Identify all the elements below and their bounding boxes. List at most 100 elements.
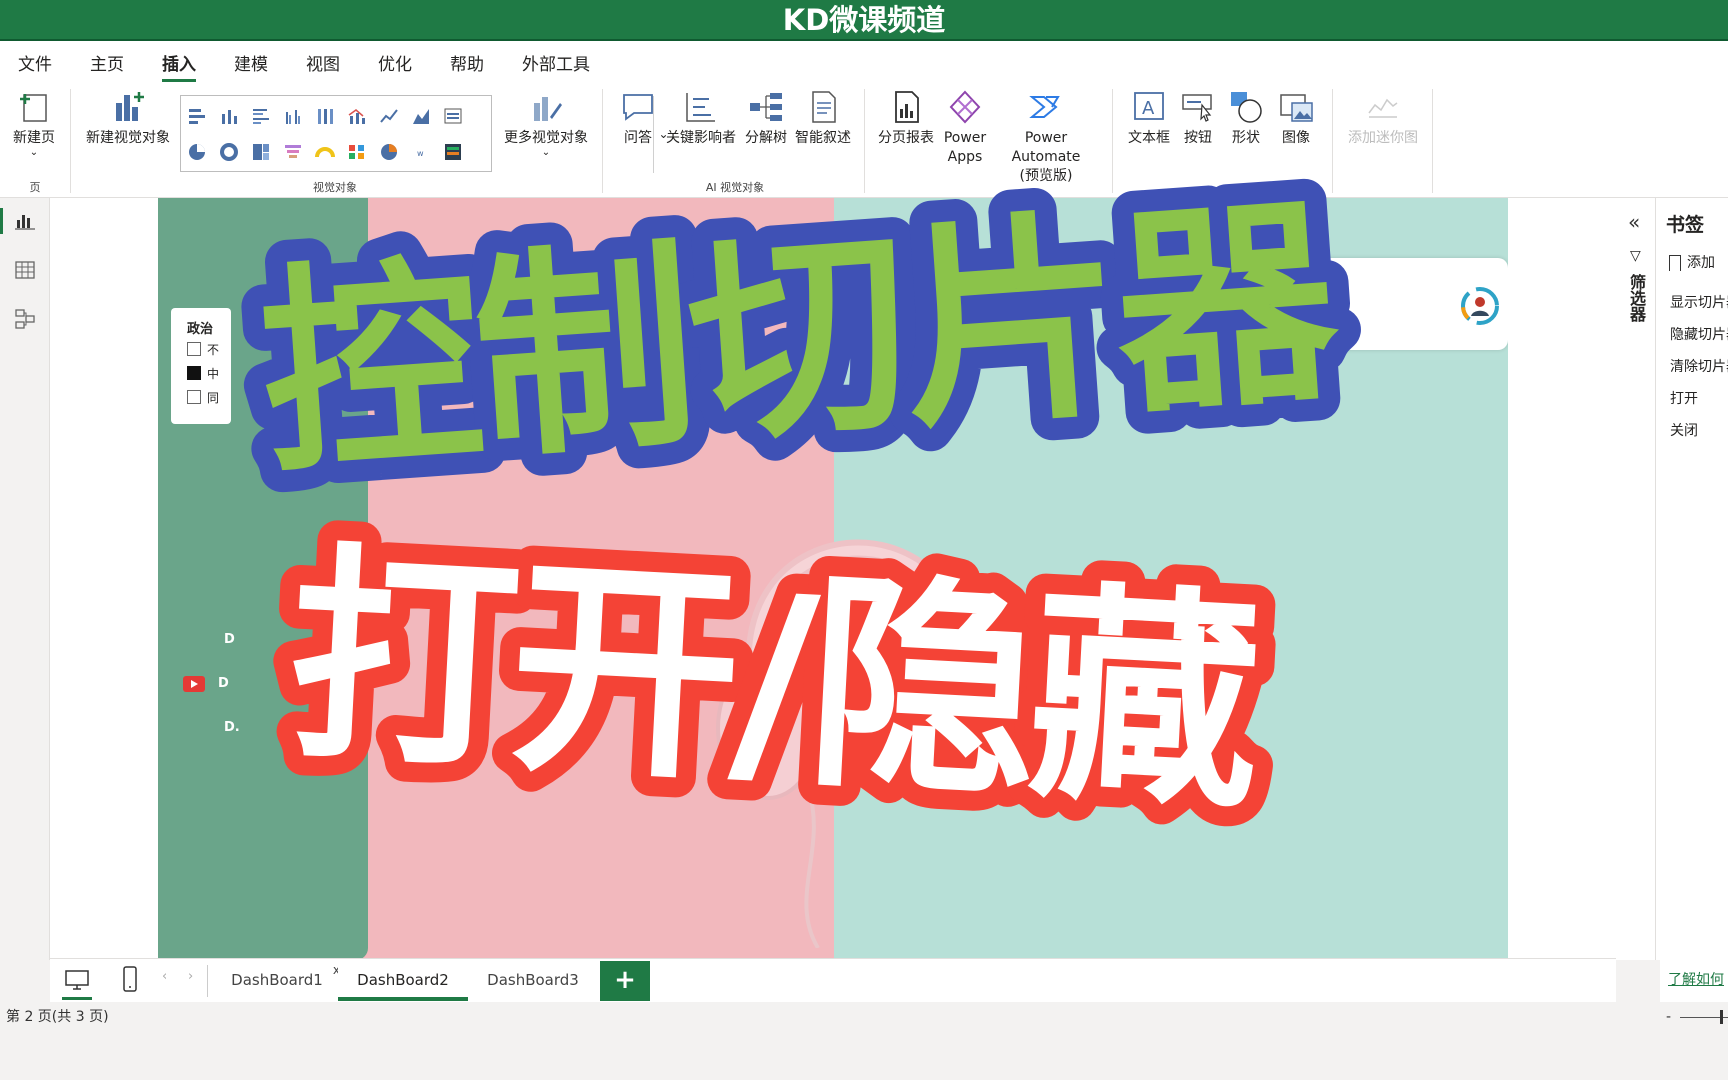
funnel-chart-icon[interactable] <box>283 142 303 162</box>
view-switcher-rail <box>0 198 50 960</box>
line-column-icon[interactable] <box>347 106 367 126</box>
pie-chart-icon[interactable] <box>187 142 207 162</box>
nav-item-3[interactable]: D. <box>224 720 240 735</box>
nav-item-1[interactable]: D <box>224 632 235 647</box>
clustered-bar-icon[interactable] <box>251 106 271 126</box>
qa-button[interactable]: 问答 <box>614 89 662 148</box>
add-sparkline-label: 添加迷你图 <box>1348 130 1418 146</box>
tab-dashboard2[interactable]: DashBoard2 <box>338 959 468 1001</box>
video-channel-banner: KD微课频道 <box>0 0 1728 41</box>
image-button[interactable]: 图像 <box>1272 89 1320 148</box>
button-icon <box>1182 94 1212 122</box>
menu-file[interactable]: 文件 <box>18 42 52 83</box>
shape-button[interactable]: 形状 <box>1222 89 1270 148</box>
bookmark-item-clear-slicer[interactable]: 清除切片器 <box>1670 356 1728 376</box>
power-automate-icon <box>1029 96 1060 118</box>
menu-optimize[interactable]: 优化 <box>378 42 412 83</box>
paginated-report-icon <box>895 91 919 123</box>
percent-column-icon[interactable] <box>315 106 335 126</box>
chevron-down-icon: ⌄ <box>29 147 39 158</box>
slicer-checkbox-3[interactable] <box>187 390 201 404</box>
filters-pane-collapsed[interactable]: « ▽ 筛选器 <box>1616 198 1656 960</box>
desktop-layout-icon[interactable] <box>64 969 90 991</box>
key-influencers-button[interactable]: 关键影响者 <box>662 89 740 148</box>
stacked-column-icon[interactable] <box>219 106 239 126</box>
textbox-button[interactable]: A 文本框 <box>1124 89 1174 148</box>
power-automate-button[interactable]: Power Automate (预览版) <box>990 89 1102 186</box>
clustered-column-icon[interactable] <box>283 106 303 126</box>
play-icon <box>183 676 205 692</box>
word-cloud-icon[interactable]: w <box>411 142 431 162</box>
menu-help[interactable]: 帮助 <box>450 42 484 83</box>
collapse-chevrons-icon[interactable]: « <box>1628 210 1640 234</box>
sparkline-icon <box>1368 98 1398 118</box>
slicer-item-1: 不 <box>207 343 220 357</box>
tab-divider <box>207 965 208 997</box>
power-apps-label-1: Power <box>943 130 987 146</box>
scroll-right-icon[interactable]: › <box>188 969 193 984</box>
zoom-thumb[interactable] <box>1720 1010 1723 1024</box>
slicer-checkbox-1[interactable] <box>187 342 201 356</box>
line-chart-icon[interactable] <box>379 106 399 126</box>
map-icon[interactable] <box>379 142 399 162</box>
chevron-down-icon: ⌄ <box>541 147 551 158</box>
nav-item-2[interactable]: D <box>218 676 229 691</box>
more-visuals-label: 更多视觉对象 <box>504 130 588 146</box>
menu-external-tools[interactable]: 外部工具 <box>522 42 590 83</box>
tab-dashboard1[interactable]: DashBoard1 x <box>222 959 340 1001</box>
zoom-slider[interactable]: - <box>1658 1002 1728 1032</box>
button-button[interactable]: 按钮 <box>1174 89 1222 148</box>
custom-visual-icon[interactable] <box>443 142 463 162</box>
menu-insert[interactable]: 插入 <box>162 42 196 83</box>
smart-narrative-button[interactable]: 智能叙述 <box>792 89 854 148</box>
treemap-icon[interactable] <box>251 142 271 162</box>
decomposition-tree-icon <box>750 93 782 121</box>
visuals-gallery[interactable]: w ⌄ <box>180 95 669 173</box>
stacked-bar-icon[interactable] <box>187 106 207 126</box>
zoom-minus-icon[interactable]: - <box>1666 1002 1671 1032</box>
power-apps-label-2: Apps <box>947 149 983 165</box>
scroll-left-icon[interactable]: ‹ <box>162 969 167 984</box>
new-visual-icon <box>116 92 144 121</box>
power-apps-icon <box>949 90 981 124</box>
bookmark-item-close[interactable]: 关闭 <box>1670 420 1698 440</box>
add-bookmark-button[interactable]: 添加 <box>1669 252 1715 272</box>
menu-modeling[interactable]: 建模 <box>234 42 268 83</box>
new-page-button[interactable]: 新建页 ⌄ <box>8 89 60 158</box>
new-visual-button[interactable]: 新建视觉对象 <box>80 89 176 148</box>
model-view-icon[interactable] <box>14 308 36 330</box>
slicer-item-2: 中 <box>207 367 220 381</box>
add-bookmark-label: 添加 <box>1687 255 1715 271</box>
area-chart-icon[interactable] <box>411 106 431 126</box>
menu-view[interactable]: 视图 <box>306 42 340 83</box>
filters-label: 筛选器 <box>1627 274 1646 322</box>
slicer-visual[interactable]: 政治 不 中 同 <box>171 308 231 424</box>
matrix-icon[interactable] <box>347 142 367 162</box>
chat-bubble-icon <box>623 94 653 121</box>
mobile-layout-icon[interactable] <box>122 965 138 993</box>
menu-home[interactable]: 主页 <box>90 42 124 83</box>
paginated-report-button[interactable]: 分页报表 <box>872 89 940 148</box>
page-tab-bar: ‹ › DashBoard1 x DashBoard2 DashBoard3 + <box>50 958 1616 1002</box>
key-influencers-icon <box>686 93 715 122</box>
tab-dashboard3[interactable]: DashBoard3 <box>468 959 598 1001</box>
ribbon-chart-icon[interactable] <box>443 106 463 126</box>
add-sparkline-button[interactable]: 添加迷你图 <box>1340 89 1426 148</box>
more-visuals-button[interactable]: 更多视觉对象 ⌄ <box>498 89 594 158</box>
bookmark-item-hide-slicer[interactable]: 隐藏切片器 <box>1670 324 1728 344</box>
learn-more-link[interactable]: 了解如何 <box>1660 958 1728 1002</box>
bookmarks-title: 书签 <box>1666 214 1705 236</box>
gauge-icon[interactable] <box>315 142 335 162</box>
bookmark-item-open[interactable]: 打开 <box>1670 388 1698 408</box>
decomposition-tree-button[interactable]: 分解树 <box>740 89 792 148</box>
power-apps-button[interactable]: Power Apps <box>940 89 990 167</box>
add-page-button[interactable]: + <box>600 961 650 1001</box>
filter-funnel-icon: ▽ <box>1630 248 1641 264</box>
report-view-icon[interactable] <box>14 210 36 232</box>
headphones-background-image <box>716 539 1000 948</box>
table-view-icon[interactable] <box>14 259 36 281</box>
donut-chart-icon[interactable] <box>219 142 239 162</box>
decomposition-tree-label: 分解树 <box>745 130 787 146</box>
bookmark-item-show-slicer[interactable]: 显示切片器 <box>1670 292 1728 312</box>
slicer-checkbox-2[interactable] <box>187 366 201 380</box>
